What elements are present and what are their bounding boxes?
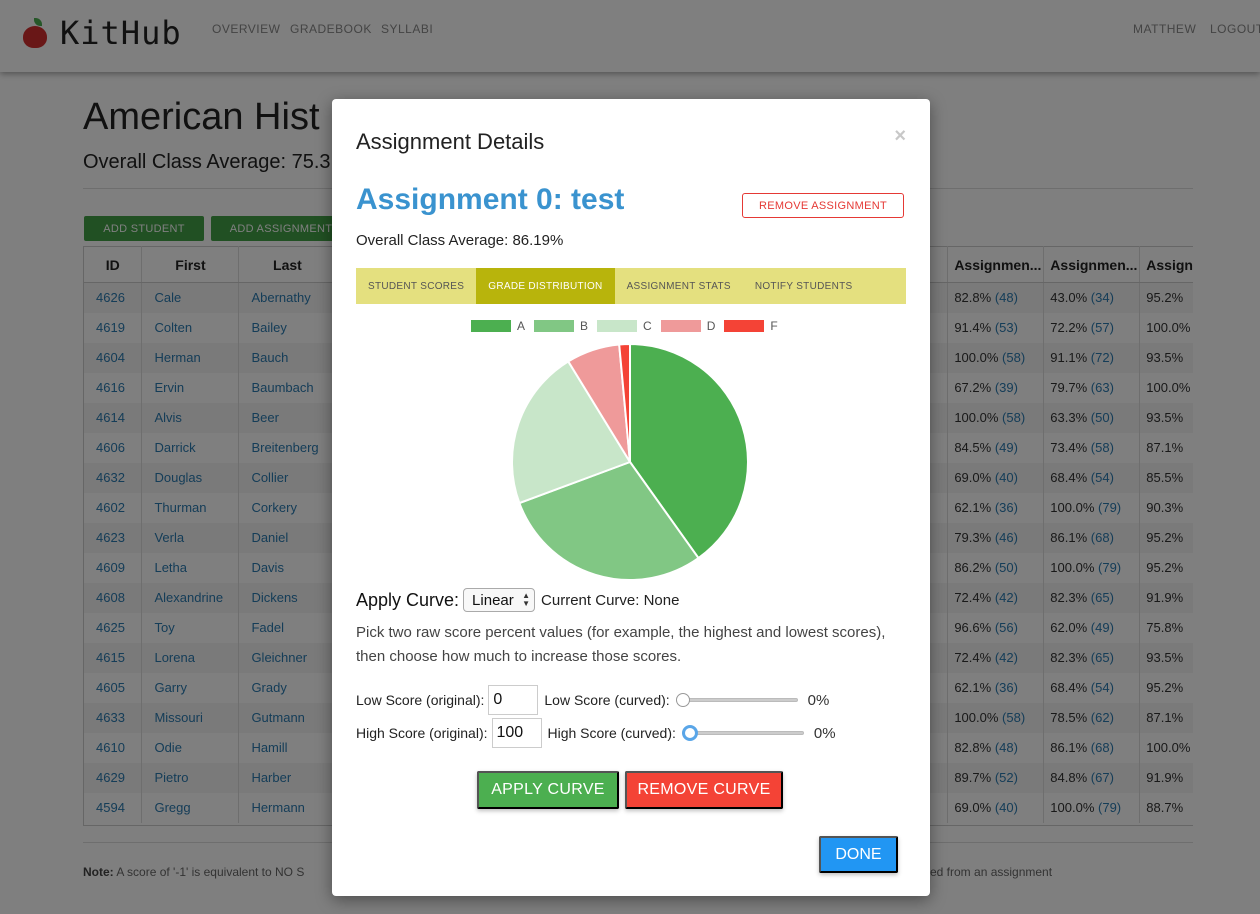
legend-swatch: [724, 320, 765, 332]
tab-student-scores[interactable]: STUDENT SCORES: [356, 268, 476, 304]
legend-swatch: [597, 320, 638, 332]
low-original-input[interactable]: 0: [488, 685, 539, 715]
legend-label: B: [580, 319, 589, 333]
legend-item-d[interactable]: D: [660, 319, 716, 333]
curve-type-select[interactable]: Linear ▲ ▼: [463, 588, 536, 612]
low-original-label: Low Score (original):: [356, 692, 485, 708]
done-button[interactable]: DONE: [819, 836, 898, 873]
legend-swatch: [660, 320, 701, 332]
legend-label: C: [643, 319, 652, 333]
tab-notify-students[interactable]: NOTIFY STUDENTS: [743, 268, 865, 304]
high-curved-label: High Score (curved):: [547, 725, 676, 741]
assignment-average: Overall Class Average: 86.19%: [356, 232, 564, 249]
tab-grade-distribution[interactable]: GRADE DISTRIBUTION: [476, 268, 615, 304]
modal-title: Assignment Details: [356, 129, 545, 154]
close-icon[interactable]: ×: [894, 125, 906, 148]
apply-curve-button[interactable]: APPLY CURVE: [477, 771, 619, 809]
high-original-input[interactable]: 100: [491, 718, 542, 748]
current-curve: Current Curve: None: [541, 591, 680, 609]
tab-assignment-stats[interactable]: ASSIGNMENT STATS: [615, 268, 743, 304]
low-curved-slider[interactable]: [675, 692, 802, 708]
legend-swatch: [471, 320, 511, 332]
curve-instructions: Pick two raw score percent values (for e…: [356, 624, 886, 665]
select-arrows-icon: ▲ ▼: [522, 591, 531, 608]
legend-item-c[interactable]: C: [597, 319, 652, 333]
modal-tabs: STUDENT SCORES GRADE DISTRIBUTION ASSIGN…: [356, 268, 906, 304]
low-curved-value: 0%: [807, 691, 830, 709]
high-original-label: High Score (original):: [356, 725, 488, 741]
chart-legend: ABCDF: [471, 319, 787, 333]
legend-item-a[interactable]: A: [471, 319, 525, 333]
apply-curve-label: Apply Curve:: [356, 589, 460, 610]
legend-label: F: [770, 319, 778, 333]
assignment-details-modal: Assignment Details × Assignment 0: test …: [332, 99, 930, 896]
legend-label: A: [517, 319, 526, 333]
remove-curve-button[interactable]: REMOVE CURVE: [625, 771, 783, 809]
legend-item-b[interactable]: B: [534, 319, 588, 333]
apply-curve-row: Apply Curve: Linear ▲ ▼ Current Curve: No…: [356, 588, 679, 612]
remove-assignment-button[interactable]: REMOVE ASSIGNMENT: [742, 193, 904, 218]
high-score-row: High Score (original): 100 High Score (c…: [356, 718, 836, 748]
legend-swatch: [534, 320, 575, 332]
high-curved-slider[interactable]: [681, 725, 808, 741]
low-score-row: Low Score (original): 0 Low Score (curve…: [356, 685, 829, 715]
high-curved-value: 0%: [813, 724, 836, 742]
legend-label: D: [706, 319, 716, 333]
grade-distribution-pie-chart: [511, 342, 749, 581]
low-curved-label: Low Score (curved):: [544, 692, 670, 708]
assignment-name: Assignment 0: test: [356, 183, 625, 216]
legend-item-f[interactable]: F: [724, 319, 778, 333]
